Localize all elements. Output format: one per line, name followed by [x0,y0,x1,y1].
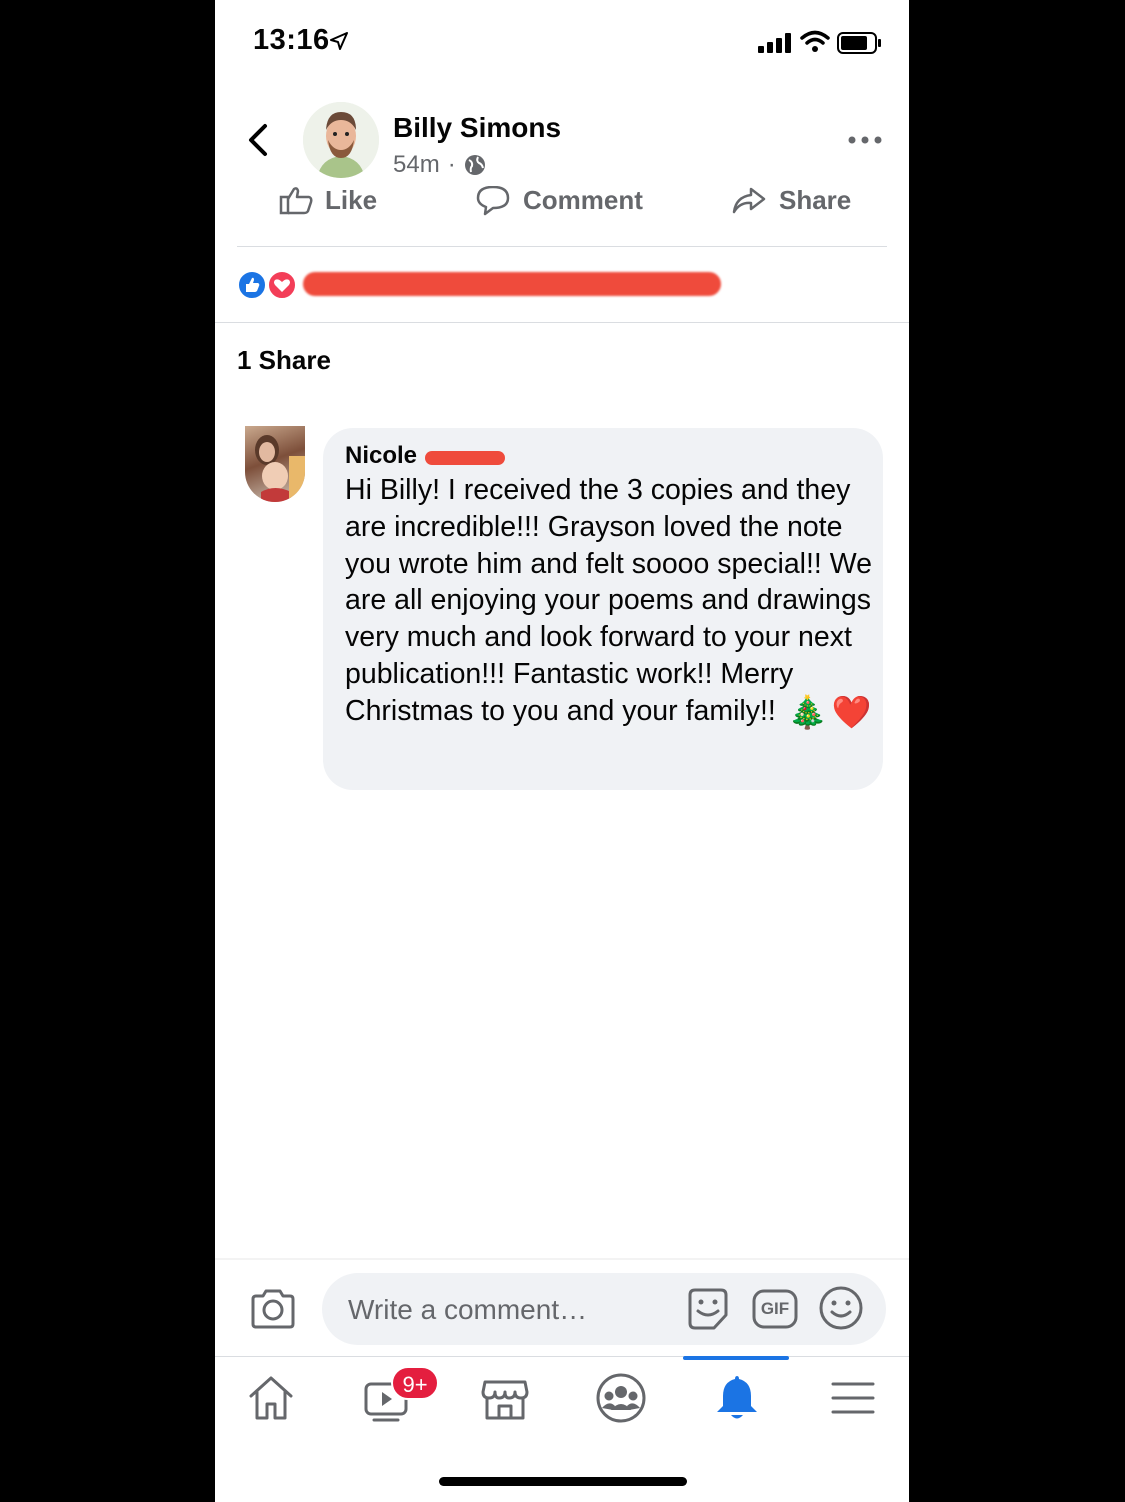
phone-screen: 13:16 Billy Simons 54m · Like Comment Sh… [215,0,909,1502]
location-arrow-icon [330,32,348,50]
composer-divider [215,1258,909,1260]
wifi-icon [800,30,830,52]
share-label: Share [779,186,852,215]
share-button[interactable]: Share [731,186,851,220]
author-avatar[interactable] [303,102,379,178]
groups-icon[interactable] [593,1370,649,1426]
heart-emoji: ❤️ [831,693,872,730]
redaction-mark [425,451,506,465]
comment-label: Comment [523,186,643,215]
home-indicator[interactable] [439,1477,687,1486]
comment-icon [476,186,510,216]
post-author-name[interactable]: Billy Simons [393,112,561,144]
post-meta: 54m · [393,151,486,179]
redaction-mark [303,272,721,296]
cartoon-face-icon [303,102,379,178]
more-icon[interactable] [847,132,883,148]
comment-composer: GIF [322,1273,886,1347]
status-time: 13:16 [253,24,330,56]
emoji-icon[interactable] [818,1285,864,1331]
battery-icon [837,32,881,54]
watch-badge: 9+ [391,1366,439,1400]
comment-author-first-name: Nicole [345,442,418,469]
tabbar-divider [215,1356,909,1357]
comment-input[interactable] [346,1273,680,1347]
meta-separator: · [447,151,456,178]
comment-text: Hi Billy! I received the 3 copies and th… [345,472,875,731]
camera-icon[interactable] [249,1287,297,1331]
comment-button[interactable]: Comment [475,186,643,220]
marketplace-icon[interactable] [477,1370,533,1426]
comment-body: Hi Billy! I received the 3 copies and th… [345,474,880,727]
gif-button[interactable]: GIF [752,1287,798,1331]
globe-icon [464,155,485,175]
like-reaction-icon [237,270,267,300]
back-arrow-icon[interactable] [243,120,277,160]
christmas-tree-emoji: 🎄 [787,693,828,730]
like-button[interactable]: Like [279,186,377,220]
comment-author[interactable]: Nicole [345,442,506,470]
signal-icon [758,33,791,53]
sticker-icon[interactable] [684,1285,732,1333]
post-actions: Like Comment Share [237,186,887,247]
like-label: Like [325,186,378,215]
gif-label: GIF [760,1299,790,1318]
home-icon[interactable] [243,1370,299,1426]
love-reaction-icon [267,270,297,300]
active-tab-indicator [683,1356,789,1360]
bell-icon[interactable] [709,1370,765,1426]
post-time[interactable]: 54m [393,151,440,179]
photo-avatar-icon [255,435,305,502]
share-count[interactable]: 1 Share [237,345,331,376]
commenter-avatar[interactable] [245,426,305,502]
share-icon [732,187,766,214]
menu-icon[interactable] [825,1370,881,1426]
like-icon [279,187,313,215]
comment-bubble[interactable]: Nicole Hi Billy! I received the 3 copies… [323,428,883,790]
divider [215,322,909,323]
reactions-summary[interactable] [237,268,897,304]
